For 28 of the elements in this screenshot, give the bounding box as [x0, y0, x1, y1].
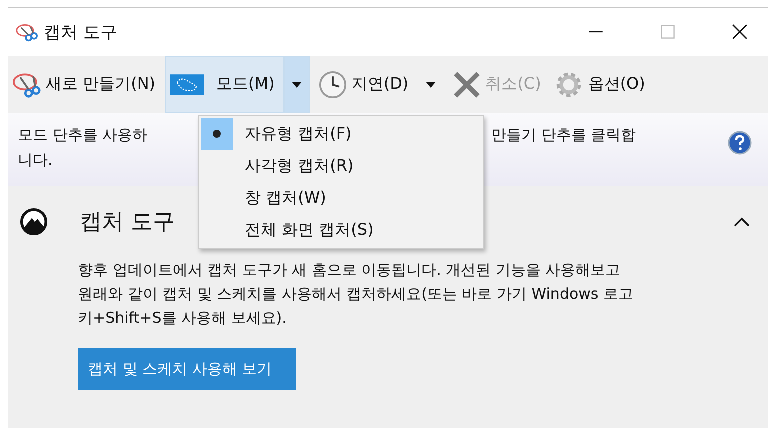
window-title: 캡처 도구: [44, 22, 118, 44]
hint-text: 모드 단추를 사용하: [18, 125, 148, 146]
caret-icon: [426, 82, 436, 88]
dropdown-button[interactable]: [284, 56, 310, 113]
menu-item[interactable]: 전체 화면 캡처(S): [199, 214, 483, 246]
collapse-chevron-icon[interactable]: [734, 217, 750, 227]
toolbar-button[interactable]: 새로 만들기(N): [8, 56, 165, 113]
scissors-icon: [16, 22, 38, 42]
menu-item[interactable]: 창 캡처(W): [199, 182, 483, 214]
gear-icon: [555, 70, 584, 98]
close-icon[interactable]: [732, 24, 748, 40]
hint-text: 만들기 단추를 클릭합: [492, 125, 636, 146]
menu-item[interactable]: 자유형 캡처(F): [199, 118, 483, 150]
menu-item[interactable]: 사각형 캡처(R): [199, 150, 483, 182]
hint-text: 니다.: [18, 150, 53, 171]
clock-icon: [318, 70, 347, 98]
toolbar-button[interactable]: 옵션(O): [550, 56, 654, 113]
toolbar-button[interactable]: 모드(M): [164, 56, 284, 113]
bullet-icon: [213, 130, 221, 138]
cross-icon: [452, 70, 481, 98]
toolbar-button[interactable]: 지연(D): [314, 56, 418, 113]
try-snip-sketch-button[interactable]: 캡처 및 스케치 사용해 보기: [78, 348, 296, 390]
caret-icon: [292, 82, 302, 88]
help-icon[interactable]: [728, 131, 752, 155]
freeform-shape-icon: [170, 74, 204, 96]
notice-text: 향후 업데이트에서 캡처 도구가 새 홈으로 이동됩니다. 개선된 기능을 사용해보고 원래와 같이 캡처 및 스케치를 사용해서 캡처하세요(또는 바로 가기 Windows 로고 키+Shift+S를 사용해 보세요).: [78, 260, 634, 329]
notice-title: 캡처 도구: [80, 209, 175, 237]
mountain-logo-icon: [20, 208, 48, 236]
